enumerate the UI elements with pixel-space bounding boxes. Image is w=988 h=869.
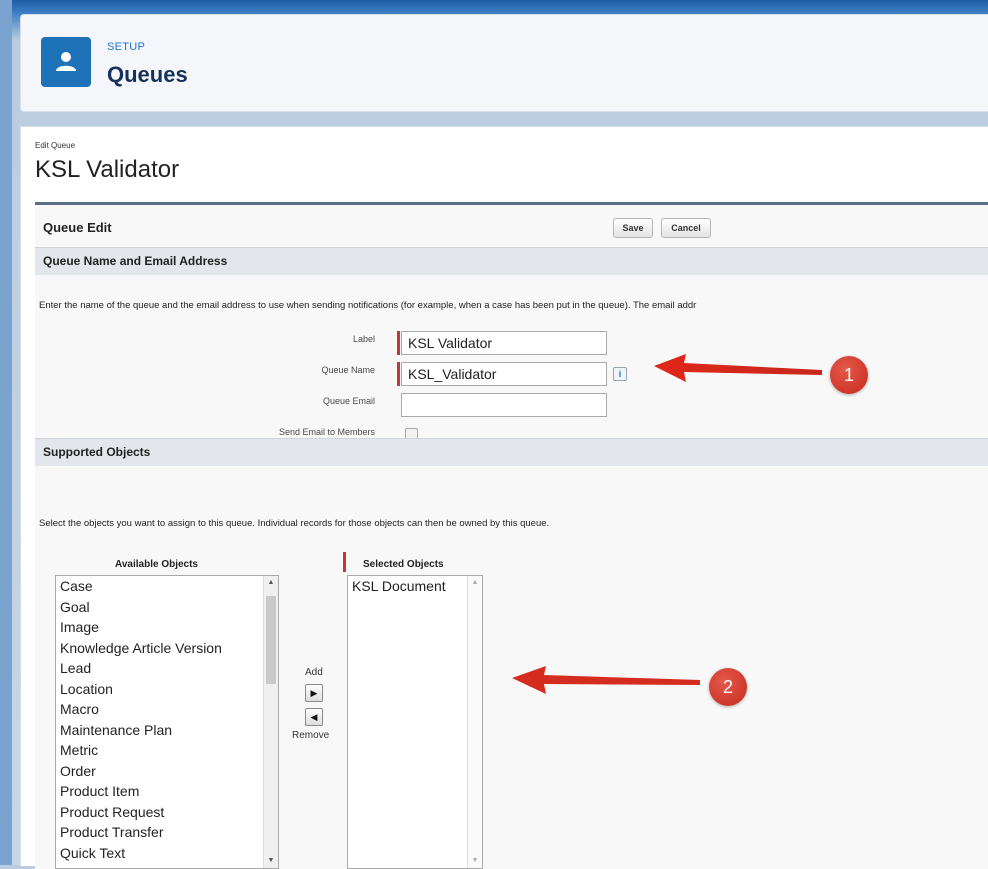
info-icon[interactable]: i xyxy=(613,367,627,381)
list-item[interactable]: Maintenance Plan xyxy=(56,720,278,741)
queue-email-field-label: Queue Email xyxy=(322,396,375,406)
available-objects-items: Case Goal Image Knowledge Article Version Le… xyxy=(56,576,278,863)
label-input[interactable] xyxy=(401,331,607,355)
scroll-up-icon[interactable]: ▲ xyxy=(264,576,278,590)
section-title: Supported Objects xyxy=(43,445,151,459)
available-objects-list[interactable]: Case Goal Image Knowledge Article Version Le… xyxy=(55,575,279,869)
setup-label: SETUP xyxy=(107,41,146,53)
selected-objects-items: KSL Document xyxy=(348,576,482,597)
annotation-arrow-2 xyxy=(512,666,700,694)
scroll-down-icon[interactable]: ▼ xyxy=(468,854,482,868)
user-icon xyxy=(41,37,91,87)
list-item[interactable]: Knowledge Article Version xyxy=(56,638,278,659)
section-title: Queue Name and Email Address xyxy=(43,254,228,268)
list-item[interactable]: Product Request xyxy=(56,802,278,823)
annotation-badge-1: 1 xyxy=(830,356,868,394)
list-item[interactable]: KSL Document xyxy=(348,576,482,597)
remove-button[interactable]: ◀ xyxy=(305,708,323,726)
form-header: Queue Edit Save Cancel xyxy=(35,205,988,247)
scroll-down-icon[interactable]: ▼ xyxy=(264,854,278,868)
required-indicator xyxy=(397,362,400,386)
scrollbar[interactable]: ▲ ▼ xyxy=(263,576,278,868)
edit-subtitle: Edit Queue xyxy=(35,141,76,150)
required-indicator xyxy=(397,331,400,355)
section-help-text: Enter the name of the queue and the emai… xyxy=(39,300,697,311)
scroll-up-icon[interactable]: ▲ xyxy=(468,576,482,590)
send-email-field-label: Send Email to Members xyxy=(278,427,375,437)
selected-objects-list[interactable]: KSL Document ▲ ▼ xyxy=(347,575,483,869)
annotation-badge-2: 2 xyxy=(709,668,747,706)
cancel-button[interactable]: Cancel xyxy=(661,218,711,238)
annotation-arrow-1 xyxy=(654,354,822,382)
page-title: Queues xyxy=(107,62,188,87)
section-help-text: Select the objects you want to assign to… xyxy=(39,518,550,529)
scroll-thumb[interactable] xyxy=(266,596,276,684)
section-supported-objects: Supported Objects xyxy=(35,438,988,466)
list-item[interactable]: Quick Text xyxy=(56,843,278,864)
queue-name-field-label: Queue Name xyxy=(321,365,375,375)
add-button[interactable]: ▶ xyxy=(305,684,323,702)
section-name-email: Queue Name and Email Address xyxy=(35,247,988,275)
queue-name-input[interactable] xyxy=(401,362,607,386)
form-title: Queue Edit xyxy=(43,220,112,235)
scrollbar[interactable]: ▲ ▼ xyxy=(467,576,482,868)
list-item[interactable]: Product Transfer xyxy=(56,822,278,843)
label-field-label: Label xyxy=(352,334,375,344)
list-item[interactable]: Macro xyxy=(56,699,278,720)
required-indicator xyxy=(343,552,346,572)
left-arrow-icon: ◀ xyxy=(310,712,318,722)
queue-edit-form: Queue Edit Save Cancel Queue Name and Em… xyxy=(35,202,988,869)
selected-objects-header: Selected Objects xyxy=(363,559,444,570)
list-item[interactable]: Location xyxy=(56,679,278,700)
list-item[interactable]: Product Item xyxy=(56,781,278,802)
right-arrow-icon: ▶ xyxy=(310,688,318,698)
add-label: Add xyxy=(305,667,323,678)
save-button[interactable]: Save xyxy=(613,218,653,238)
list-item[interactable]: Order xyxy=(56,761,278,782)
list-item[interactable]: Goal xyxy=(56,597,278,618)
available-objects-header: Available Objects xyxy=(115,559,198,570)
page-header: SETUP Queues xyxy=(20,14,988,112)
list-item[interactable]: Lead xyxy=(56,658,278,679)
queue-email-input[interactable] xyxy=(401,393,607,417)
main-content: Edit Queue KSL Validator Queue Edit Save… xyxy=(20,126,988,869)
list-item[interactable]: Metric xyxy=(56,740,278,761)
list-item[interactable]: Case xyxy=(56,576,278,597)
remove-label: Remove xyxy=(292,730,330,741)
record-title: KSL Validator xyxy=(35,156,180,183)
left-edge xyxy=(0,0,12,865)
list-item[interactable]: Image xyxy=(56,617,278,638)
